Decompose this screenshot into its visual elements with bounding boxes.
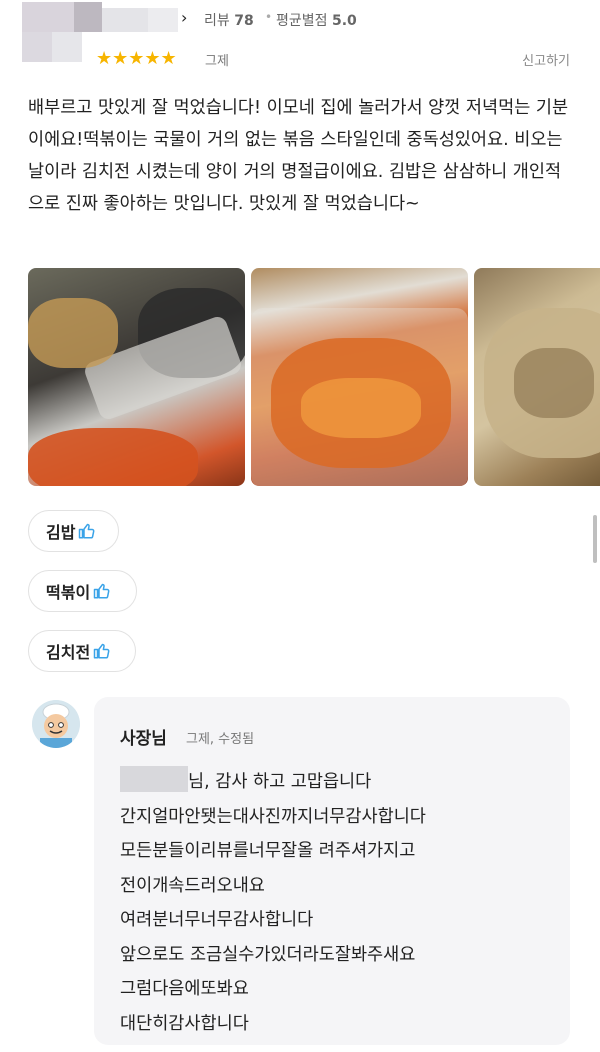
owner-reply-text: 님, 감사 하고 고맙읍니다 간지얼마안됏는대사진까지너무감사합니다 모든분들이… — [120, 765, 560, 1041]
thumbs-up-icon — [93, 583, 110, 599]
reply-line: 대단히감사합니다 — [120, 1013, 249, 1034]
reply-line: 앞으로도 조금실수가있더라도잘봐주새요 — [120, 944, 416, 965]
review-text: 배부르고 맛있게 잘 먹었습니다! 이모네 집에 놀러가서 양껏 저녁먹는 기분… — [28, 98, 569, 214]
chef-avatar-icon — [32, 700, 80, 748]
thumbs-up-icon — [79, 523, 95, 539]
reply-line: 간지얼마안됏는대사진까지너무감사합니다 — [120, 806, 426, 827]
reply-line: 여려분너무너무감사합니다 — [120, 910, 314, 930]
reply-line: 님, 감사 하고 고맙읍니다 — [120, 765, 560, 800]
scrollbar[interactable] — [593, 515, 597, 563]
review-header: › 리뷰 78 • 평균별점 5.0 ★★★★★ 그제 신고하기 — [0, 0, 600, 80]
owner-name: 사장님 — [120, 729, 167, 749]
star-rating: ★★★★★ — [96, 48, 177, 69]
chevron-right-icon[interactable]: › — [181, 8, 187, 27]
review-count: 리뷰 78 — [204, 13, 254, 29]
reply-line: 그럼다음에또봐요 — [120, 979, 249, 999]
reply-line: 모든분들이리뷰를너무잘올 려주셔가지고 — [120, 841, 416, 861]
review-photo-3[interactable] — [474, 268, 600, 486]
review-photo-1[interactable] — [28, 268, 245, 486]
report-button[interactable]: 신고하기 — [522, 50, 570, 69]
owner-avatar — [32, 700, 80, 748]
menu-tag[interactable]: 떡볶이 — [28, 570, 137, 612]
review-photo-2[interactable] — [251, 268, 468, 486]
redacted-username — [120, 766, 188, 792]
reply-meta: 그제, 수정됨 — [186, 732, 255, 747]
menu-tag[interactable]: 김밥 — [28, 510, 119, 552]
thumbs-up-icon — [93, 643, 110, 659]
average-rating: 평균별점 5.0 — [276, 13, 357, 29]
reply-line: 전이개속드러오내요 — [120, 875, 265, 896]
review-date: 그제 — [205, 54, 229, 69]
menu-tag[interactable]: 김치전 — [28, 630, 136, 672]
photo-carousel[interactable] — [28, 268, 600, 486]
separator-dot: • — [265, 10, 273, 24]
